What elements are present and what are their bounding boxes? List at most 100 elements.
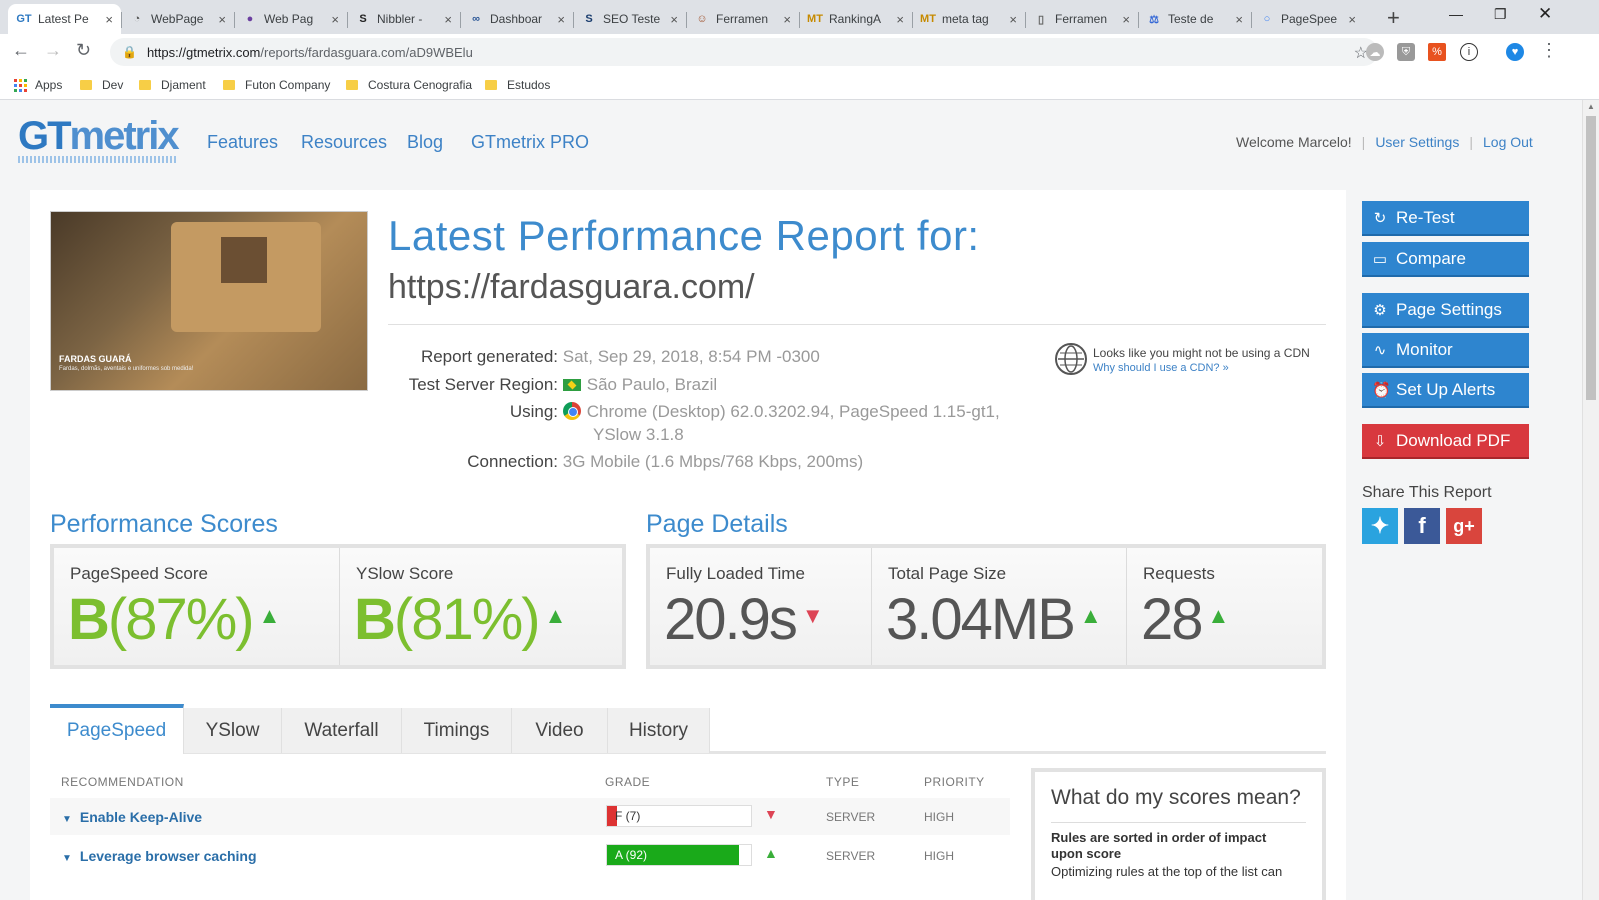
- browser-tab[interactable]: ☺ Ferramen ×: [686, 4, 799, 34]
- browser-tab[interactable]: MT RankingA ×: [799, 4, 912, 34]
- set-up-alerts-button[interactable]: ⏰ Set Up Alerts: [1362, 373, 1529, 408]
- bookmarks-bar: Apps Dev Djament Futon Company Costura C…: [0, 70, 1599, 100]
- folder-icon: [80, 80, 92, 90]
- menu-kebab-icon[interactable]: ⋮: [1540, 40, 1558, 61]
- reload-icon[interactable]: ↻: [76, 40, 91, 61]
- user-settings-link[interactable]: User Settings: [1375, 134, 1459, 150]
- facebook-icon[interactable]: f: [1404, 508, 1440, 544]
- page-details-box: Fully Loaded Time 20.9s ▼ Total Page Size…: [646, 544, 1326, 669]
- minimize-icon[interactable]: —: [1449, 6, 1463, 22]
- close-tab-icon[interactable]: ×: [557, 12, 565, 27]
- logout-link[interactable]: Log Out: [1483, 134, 1533, 150]
- tab-title: PageSpee: [1281, 12, 1338, 26]
- nav-gtmetrix-pro[interactable]: GTmetrix PRO: [471, 132, 589, 153]
- twitter-icon[interactable]: ✦: [1362, 508, 1398, 544]
- browser-tab[interactable]: S Nibbler - ×: [347, 4, 460, 34]
- favicon-icon: ●: [246, 13, 254, 25]
- browser-tab[interactable]: ⚖ Teste de ×: [1138, 4, 1251, 34]
- back-arrow-icon[interactable]: ←: [12, 40, 30, 61]
- info-extension-icon[interactable]: i: [1460, 43, 1478, 61]
- browser-tab[interactable]: ∞ Dashboar ×: [460, 4, 573, 34]
- tab-title: Web Pag: [264, 12, 314, 26]
- close-tab-icon[interactable]: ×: [105, 12, 113, 27]
- download-pdf-button[interactable]: ⇩ Download PDF: [1362, 424, 1529, 459]
- browser-tab[interactable]: ○ PageSpee ×: [1251, 4, 1364, 34]
- close-tab-icon[interactable]: ×: [783, 12, 791, 27]
- favicon-icon: S: [359, 13, 367, 25]
- favicon-icon: ⚖: [1149, 13, 1159, 26]
- percent-extension-icon[interactable]: %: [1428, 43, 1446, 61]
- close-tab-icon[interactable]: ×: [670, 12, 678, 27]
- tab-pagespeed[interactable]: PageSpeed: [50, 704, 184, 754]
- nav-resources[interactable]: Resources: [301, 132, 387, 153]
- heart-extension-icon[interactable]: ♥: [1506, 43, 1524, 61]
- browser-tab[interactable]: ▯ Ferramen ×: [1025, 4, 1138, 34]
- page-settings-label: Page Settings: [1396, 299, 1502, 319]
- scroll-up-icon[interactable]: ▲: [1587, 102, 1595, 111]
- favicon-icon: GT: [16, 13, 32, 25]
- url-path: /reports/fardasguara.com/aD9WBElu: [260, 44, 473, 60]
- browser-toolbar: ← → ↻ 🔒 https://gtmetrix.com/reports/far…: [0, 34, 1599, 70]
- bookmark-label: Dev: [102, 78, 124, 92]
- new-tab-button[interactable]: +: [1387, 5, 1400, 31]
- close-window-icon[interactable]: ✕: [1538, 4, 1552, 24]
- close-tab-icon[interactable]: ×: [1122, 12, 1130, 27]
- report-panel: FARDAS GUARÁ Fardas, dolmãs, aventais e …: [30, 190, 1346, 900]
- close-tab-icon[interactable]: ×: [896, 12, 904, 27]
- browser-tab[interactable]: S SEO Teste ×: [573, 4, 686, 34]
- bookmark-djament[interactable]: Djament: [139, 78, 206, 92]
- tab-waterfall[interactable]: Waterfall: [282, 708, 402, 753]
- close-tab-icon[interactable]: ×: [1348, 12, 1356, 27]
- browser-tab[interactable]: GT Latest Pe ×: [8, 4, 121, 34]
- tab-yslow[interactable]: YSlow: [184, 708, 282, 753]
- table-row[interactable]: ▼ Leverage browser caching A (92) ▲ SERVER HI…: [50, 837, 1010, 874]
- rec-name[interactable]: ▼ Leverage browser caching: [62, 848, 257, 864]
- bookmark-estudos[interactable]: Estudos: [485, 78, 550, 92]
- close-tab-icon[interactable]: ×: [444, 12, 452, 27]
- cdn-link[interactable]: Why should I use a CDN? »: [1093, 362, 1229, 374]
- meta-value: Sat, Sep 29, 2018, 8:54 PM -0300: [562, 347, 820, 366]
- browser-tab[interactable]: ◔ WebPage ×: [121, 4, 234, 34]
- requests-value: 28: [1141, 587, 1203, 652]
- screenshot-tagline: Fardas, dolmãs, aventais e uniformes sob…: [59, 366, 194, 372]
- address-bar[interactable]: 🔒 https://gtmetrix.com/reports/fardasgua…: [110, 38, 1378, 66]
- compare-button[interactable]: ▭ Compare: [1362, 242, 1529, 277]
- yslow-label: YSlow Score: [356, 564, 454, 583]
- bookmark-apps[interactable]: Apps: [14, 78, 62, 92]
- tab-video[interactable]: Video: [512, 708, 608, 753]
- google-plus-icon[interactable]: g+: [1446, 508, 1482, 544]
- close-tab-icon[interactable]: ×: [218, 12, 226, 27]
- maximize-icon[interactable]: ❐: [1494, 6, 1507, 23]
- bookmark-costura-cenografia[interactable]: Costura Cenografia: [346, 78, 472, 92]
- page-settings-button[interactable]: ⚙ Page Settings: [1362, 293, 1529, 328]
- forward-arrow-icon[interactable]: →: [44, 40, 62, 61]
- close-tab-icon[interactable]: ×: [331, 12, 339, 27]
- scrollbar-thumb[interactable]: [1586, 116, 1596, 400]
- nav-features[interactable]: Features: [207, 132, 278, 153]
- browser-tab[interactable]: ● Web Pag ×: [234, 4, 347, 34]
- close-tab-icon[interactable]: ×: [1235, 12, 1243, 27]
- alarm-clock-icon: ⏰: [1372, 381, 1391, 399]
- tab-separator: [347, 12, 348, 28]
- rec-name[interactable]: ▼ Enable Keep-Alive: [62, 809, 202, 825]
- close-tab-icon[interactable]: ×: [1009, 12, 1017, 27]
- tab-history[interactable]: History: [608, 708, 710, 753]
- monitor-button[interactable]: ∿ Monitor: [1362, 333, 1529, 368]
- bookmark-dev[interactable]: Dev: [80, 78, 123, 92]
- nav-blog[interactable]: Blog: [407, 132, 443, 153]
- lock-icon: 🔒: [122, 45, 137, 59]
- table-row[interactable]: ▼ Enable Keep-Alive F (7) ▼ SERVER HIGH: [50, 798, 1010, 835]
- browser-tab[interactable]: MT meta tag ×: [912, 4, 1025, 34]
- requests-label: Requests: [1143, 564, 1215, 583]
- folder-icon: [223, 80, 235, 90]
- loaded-value: 20.9s: [664, 587, 798, 652]
- gtmetrix-logo[interactable]: GTmetrix: [18, 114, 180, 159]
- cloud-extension-icon[interactable]: ☁: [1366, 43, 1384, 61]
- bookmark-futon-company[interactable]: Futon Company: [223, 78, 330, 92]
- tab-timings[interactable]: Timings: [402, 708, 512, 753]
- shield-extension-icon[interactable]: ⛨: [1397, 43, 1415, 61]
- bookmark-label: Estudos: [507, 78, 551, 92]
- meta-connection: Connection: 3G Mobile (1.6 Mbps/768 Kbps…: [388, 452, 863, 472]
- page-scrollbar[interactable]: ▲: [1582, 100, 1599, 900]
- retest-button[interactable]: ↻ Re-Test: [1362, 201, 1529, 236]
